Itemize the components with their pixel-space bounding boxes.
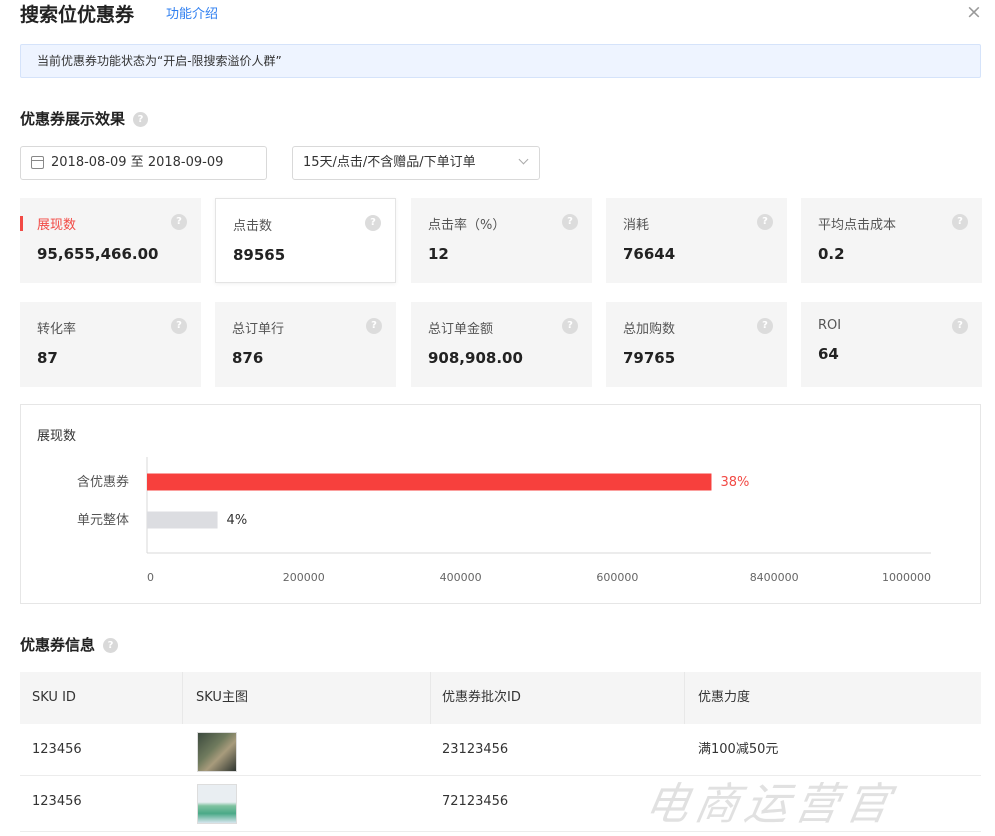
metric-clicks[interactable]: 点击数 89565 ? [215, 198, 396, 283]
bar [147, 511, 218, 529]
metric-value: 64 [818, 345, 839, 363]
coupon-info-title: 优惠券信息 [20, 636, 96, 654]
help-icon[interactable]: ? [171, 318, 187, 334]
help-icon[interactable]: ? [133, 112, 149, 127]
batch-id-cell: 72123456 [442, 794, 509, 809]
x-tick-label: 1000000 [882, 571, 931, 584]
help-icon[interactable]: ? [562, 318, 578, 334]
metric-value: 876 [232, 349, 264, 367]
x-tick-label: 600000 [596, 571, 638, 584]
date-range-picker[interactable]: 2018-08-09 至 2018-09-09 [20, 146, 267, 180]
x-tick-label: 400000 [440, 571, 482, 584]
column-header: SKU ID [32, 690, 76, 705]
column-divider [684, 672, 685, 724]
bar [147, 473, 712, 491]
metric-total-order-lines[interactable]: 总订单行 876 ? [215, 302, 396, 387]
metric-conversion-rate[interactable]: 转化率 87 ? [20, 302, 201, 387]
status-notice: 当前优惠券功能状态为“开启-限搜索溢价人群” [20, 44, 981, 78]
display-effect-title: 优惠券展示效果 [20, 110, 126, 128]
feature-intro-link[interactable]: 功能介绍 [166, 3, 218, 22]
sku-image [197, 784, 237, 824]
help-icon[interactable]: ? [952, 318, 968, 334]
sku-id-cell: 123456 [32, 742, 82, 757]
column-header: 优惠力度 [698, 690, 751, 705]
help-icon[interactable]: ? [952, 214, 968, 230]
column-header: SKU主图 [196, 690, 248, 705]
metric-impressions[interactable]: 展现数 95,655,466.00 ? [20, 198, 201, 283]
category-label: 含优惠券 [77, 474, 129, 490]
metric-avg-cpc[interactable]: 平均点击成本 0.2 ? [801, 198, 982, 283]
sku-image [197, 732, 237, 772]
x-tick-label: 200000 [283, 571, 325, 584]
help-icon[interactable]: ? [171, 214, 187, 230]
metric-value: 76644 [623, 245, 676, 263]
date-range-value: 2018-08-09 至 2018-09-09 [51, 155, 224, 170]
metric-value: 89565 [233, 246, 286, 264]
metric-total-order-amount[interactable]: 总订单金额 908,908.00 ? [411, 302, 592, 387]
coupon-info-heading: 优惠券信息? [20, 634, 119, 655]
table-header-row: SKU ID SKU主图 优惠券批次ID 优惠力度 [20, 672, 981, 724]
sku-id-cell: 123456 [32, 794, 82, 809]
data-label: 4% [227, 513, 248, 528]
dialog-title: 搜索位优惠券 [20, 4, 135, 26]
impressions-chart: 展现数 含优惠券 38% 单元整体 4% 0 200000 400000 600000 8400… [20, 404, 981, 604]
help-icon[interactable]: ? [757, 318, 773, 334]
column-header: 优惠券批次ID [442, 690, 521, 705]
metric-roi[interactable]: ROI 64 ? [801, 302, 982, 387]
help-icon[interactable]: ? [757, 214, 773, 230]
help-icon[interactable]: ? [103, 638, 119, 653]
category-label: 单元整体 [77, 513, 129, 528]
dialog-header: 搜索位优惠券 功能介绍 × [20, 0, 985, 28]
help-icon[interactable]: ? [365, 215, 381, 231]
batch-id-cell: 23123456 [442, 742, 509, 757]
metric-ctr[interactable]: 点击率（%） 12 ? [411, 198, 592, 283]
bar-chart-svg: 含优惠券 38% 单元整体 4% 0 200000 400000 600000 8400000 1… [77, 457, 931, 584]
column-divider [182, 672, 183, 724]
metric-value: 87 [37, 349, 58, 367]
metric-cost[interactable]: 消耗 76644 ? [606, 198, 787, 283]
metric-value: 0.2 [818, 245, 845, 263]
metric-total-add-to-cart[interactable]: 总加购数 79765 ? [606, 302, 787, 387]
attribution-select[interactable]: 15天/点击/不含赠品/下单订单 [292, 146, 540, 180]
x-tick-label: 0 [147, 571, 154, 584]
close-icon[interactable]: × [965, 0, 983, 24]
metric-value: 12 [428, 245, 449, 263]
data-label: 38% [720, 475, 749, 490]
display-effect-heading: 优惠券展示效果? [20, 108, 149, 129]
metric-value: 95,655,466.00 [37, 245, 159, 263]
watermark: 电商运营官 [640, 779, 900, 830]
metric-value: 79765 [623, 349, 676, 367]
attribution-select-value: 15天/点击/不含赠品/下单订单 [303, 155, 476, 170]
calendar-icon [31, 156, 44, 169]
x-tick-label: 8400000 [750, 571, 799, 584]
help-icon[interactable]: ? [562, 214, 578, 230]
help-icon[interactable]: ? [366, 318, 382, 334]
chevron-down-icon [518, 154, 529, 165]
metric-value: 908,908.00 [428, 349, 523, 367]
